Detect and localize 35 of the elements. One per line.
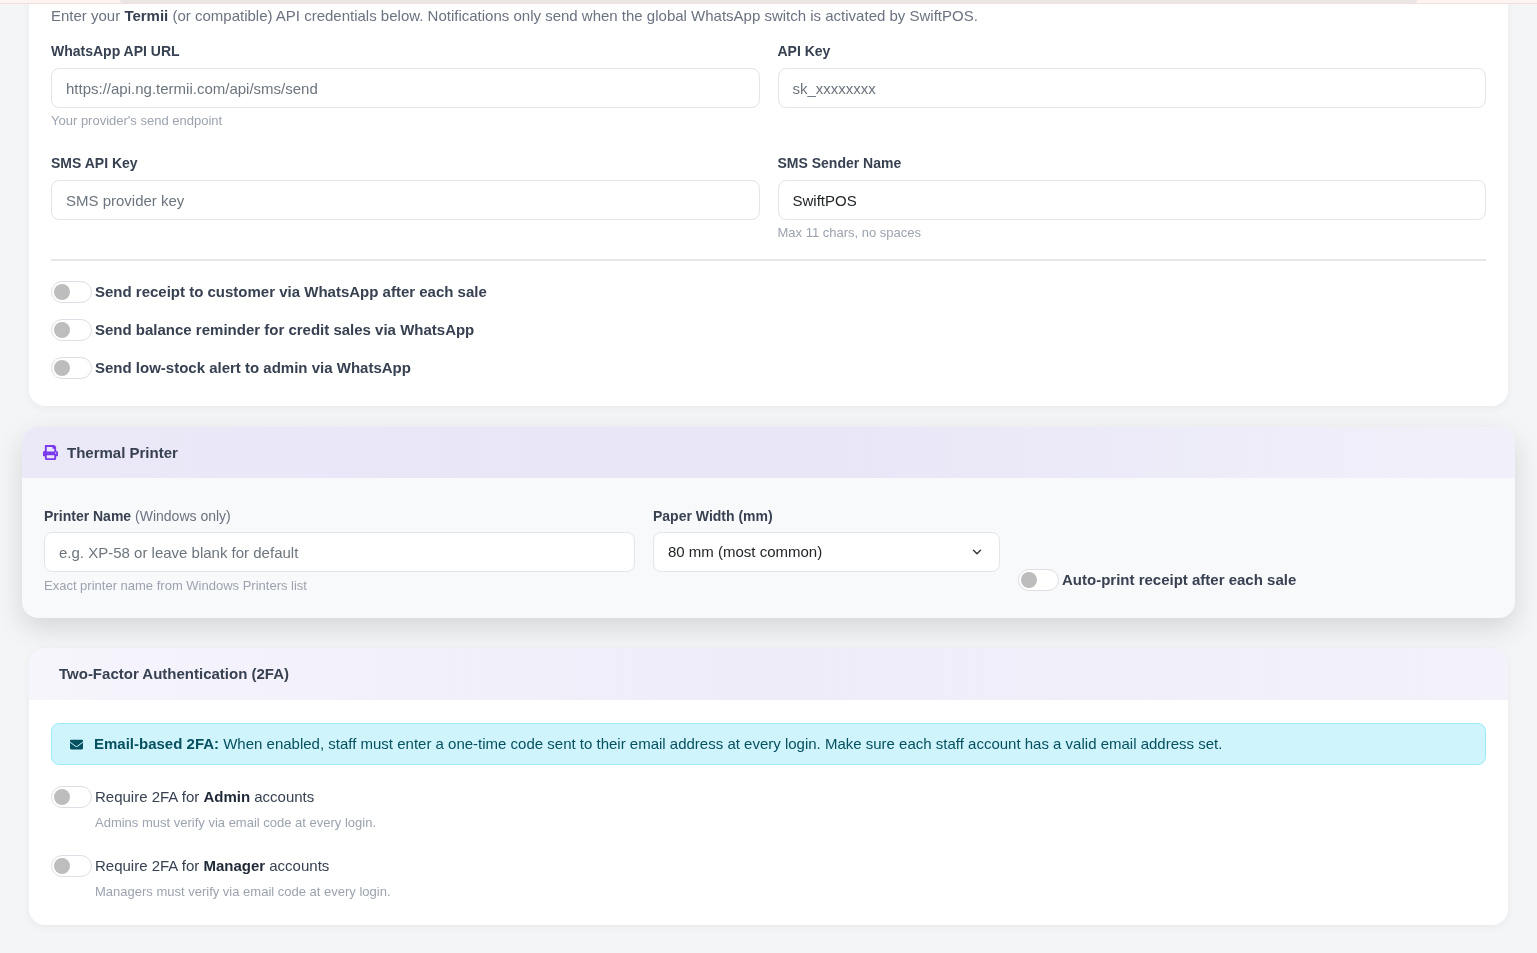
field-label: SMS API Key [51,154,138,173]
toggle-label: Auto-print receipt after each sale [1062,570,1297,590]
dropdown-select[interactable]: 80 mm (most common) [653,532,1000,572]
input-field[interactable]: sk_xxxxxxxx [777,68,1486,108]
field-label: WhatsApp API URL [51,42,180,61]
toggle-label: Require 2FA for Manager accounts [95,856,330,876]
toggle-switch[interactable] [51,357,92,379]
card-title: Thermal Printer [67,442,178,463]
field-label: API Key [777,42,831,61]
field-hint: Admins must verify via email code at every login. [95,815,377,831]
field-hint: Exact printer name from Windows Printers list [44,578,307,594]
field-label: Printer Name (Windows only) [44,507,231,526]
envelope-icon [69,737,84,751]
toggle-label: Send balance reminder for credit sales via WhatsApp [95,320,475,340]
field-label: Paper Width (mm) [653,507,773,526]
toggle-label: Send receipt to customer via WhatsApp after each sale [95,282,487,302]
toggle-switch[interactable] [51,855,92,877]
field-label: SMS Sender Name [777,154,902,173]
section-description: Enter your Termii (or compatible) API credentials below. Notifications only send when the global WhatsApp switch is activated by SwiftPOS. [51,6,979,26]
field-hint: Max 11 chars, no spaces [777,225,922,241]
field-hint: Your provider's send endpoint [51,113,223,129]
field-hint: Managers must verify via email code at every login. [95,884,391,900]
toggle-switch[interactable] [1018,569,1059,591]
toggle-switch[interactable] [51,786,92,808]
card-title: Two-Factor Authentication (2FA) [59,664,289,684]
input-field[interactable]: SMS provider key [51,180,760,220]
toggle-switch[interactable] [51,281,92,303]
alert-text: Email-based 2FA: When enabled, staff must enter a one-time code sent to their email address at every login. Make sure each staff account has a valid email address set. [94,734,1223,754]
input-field[interactable]: https://api.ng.termii.com/api/sms/send [51,68,760,108]
input-field[interactable]: e.g. XP-58 or leave blank for default [44,532,635,572]
printer-icon [43,445,58,460]
toggle-label: Send low-stock alert to admin via WhatsApp [95,358,411,378]
toggle-label: Require 2FA for Admin accounts [95,787,315,807]
toggle-switch[interactable] [51,319,92,341]
input-field[interactable]: SwiftPOS [777,180,1486,220]
